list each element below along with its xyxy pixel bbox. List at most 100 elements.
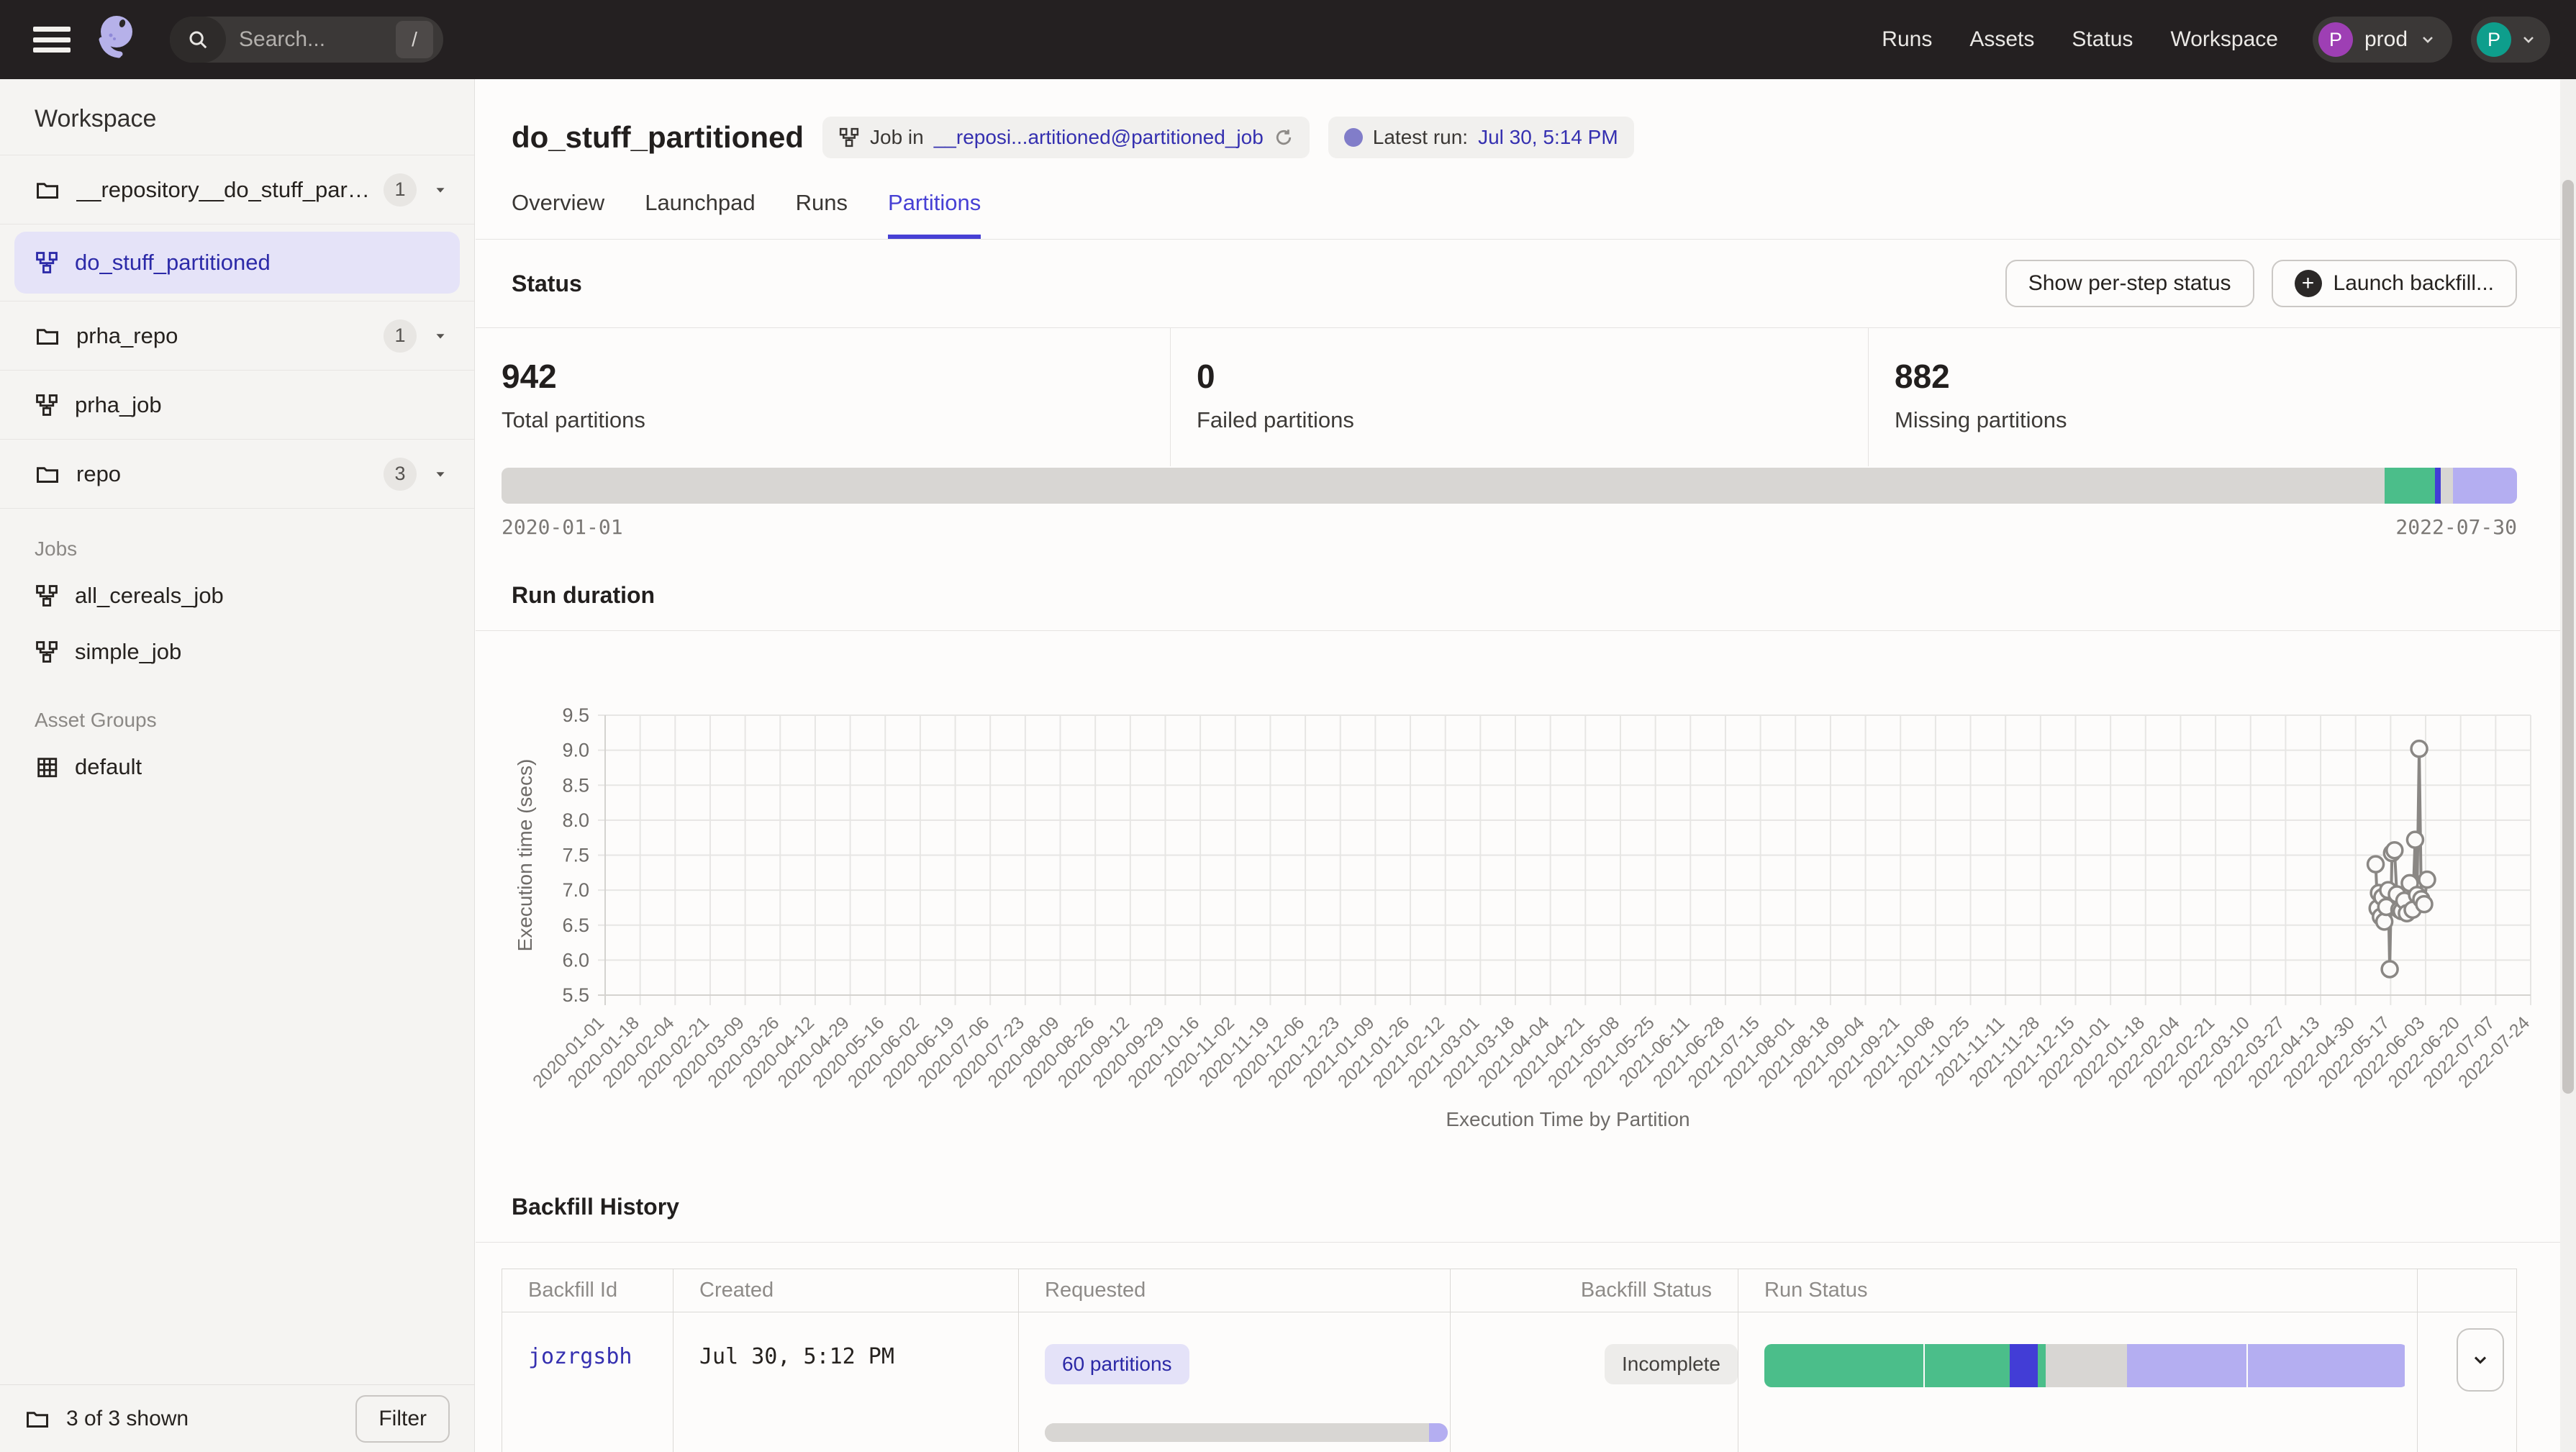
backfill-id-link[interactable]: jozrgsbh [528, 1344, 632, 1369]
chevron-down-icon [2520, 31, 2537, 48]
scrollbar-thumb[interactable] [2562, 180, 2574, 1094]
col-requested: Requested [1019, 1269, 1451, 1312]
job-tag-link[interactable]: __reposi...artitioned@partitioned_job [934, 126, 1264, 149]
show-per-step-status-button[interactable]: Show per-step status [2005, 260, 2254, 307]
sidebar-item-label: default [75, 754, 142, 780]
latest-run-prefix: Latest run: [1373, 126, 1468, 149]
backfill-history-table: Backfill Id Created Requested Backfill S… [502, 1269, 2517, 1452]
sidebar-footer: 3 of 3 shown Filter [0, 1384, 474, 1452]
svg-text:7.5: 7.5 [562, 845, 589, 866]
nav-assets[interactable]: Assets [1969, 27, 2034, 52]
nav-runs[interactable]: Runs [1882, 27, 1932, 52]
user-avatar: P [2477, 22, 2511, 57]
col-actions [2418, 1269, 2516, 1312]
sidebar-item-repository[interactable]: __repository__do_stuff_partitio... 1 [0, 155, 474, 224]
svg-text:7.0: 7.0 [562, 879, 589, 901]
stat-value: 882 [1895, 357, 2560, 396]
count-badge: 1 [384, 173, 417, 207]
latest-run-link[interactable]: Jul 30, 5:14 PM [1478, 126, 1618, 149]
sidebar-asset-group-default[interactable]: default [0, 739, 474, 795]
created-value: Jul 30, 5:12 PM [699, 1344, 894, 1369]
requested-partitions-tag[interactable]: 60 partitions [1045, 1344, 1189, 1384]
job-tabs: Overview Launchpad Runs Partitions [476, 158, 2560, 240]
job-icon [838, 127, 860, 148]
folder-icon [35, 323, 60, 349]
svg-text:9.5: 9.5 [562, 704, 589, 726]
stat-label: Failed partitions [1197, 407, 1868, 433]
partition-stats: 942 Total partitions 0 Failed partitions… [476, 328, 2560, 466]
col-backfill-id: Backfill Id [502, 1269, 674, 1312]
sidebar-item-label: all_cereals_job [75, 583, 224, 609]
partition-range-end: 2022-07-30 [2395, 515, 2517, 539]
backfill-history-heading: Backfill History [512, 1194, 679, 1220]
user-menu[interactable]: P [2471, 17, 2550, 63]
run-status-bar[interactable] [1764, 1344, 2408, 1387]
asset-groups-section-label: Asset Groups [0, 680, 474, 739]
svg-text:5.5: 5.5 [562, 984, 589, 1006]
chevron-down-icon [2419, 31, 2436, 48]
plus-icon: + [2295, 270, 2322, 297]
row-expand-button[interactable] [2457, 1328, 2504, 1392]
backfill-status-badge: Incomplete [1605, 1344, 1738, 1384]
sidebar-job-all-cereals[interactable]: all_cereals_job [0, 568, 474, 624]
caret-down-icon[interactable] [432, 328, 448, 344]
caret-down-icon[interactable] [432, 466, 448, 482]
tab-runs[interactable]: Runs [796, 190, 848, 239]
sidebar-item-label: prha_repo [76, 323, 373, 349]
partition-status-bar[interactable] [502, 468, 2517, 504]
search-shortcut-badge: / [396, 21, 433, 58]
global-search[interactable]: / [170, 17, 443, 63]
tab-overview[interactable]: Overview [512, 190, 604, 239]
sidebar-item-prha-repo[interactable]: prha_repo 1 [0, 301, 474, 371]
hamburger-menu-icon[interactable] [27, 22, 76, 57]
sidebar-item-do-stuff-partitioned[interactable]: do_stuff_partitioned [14, 232, 460, 294]
sidebar-item-label: do_stuff_partitioned [75, 250, 271, 276]
deployment-name: prod [2364, 27, 2408, 52]
asset-group-icon [35, 755, 59, 779]
svg-text:8.5: 8.5 [562, 774, 589, 796]
nav-status[interactable]: Status [2072, 27, 2133, 52]
tab-partitions[interactable]: Partitions [888, 190, 981, 239]
svg-text:Execution time (secs): Execution time (secs) [514, 759, 536, 952]
count-badge: 3 [384, 458, 417, 491]
latest-run-tag: Latest run: Jul 30, 5:14 PM [1328, 117, 1634, 158]
page-title: do_stuff_partitioned [512, 120, 804, 155]
folder-icon [24, 1406, 50, 1432]
tab-launchpad[interactable]: Launchpad [645, 190, 755, 239]
folder-icon [35, 177, 60, 203]
stat-value: 942 [502, 357, 1170, 396]
jobs-section-label: Jobs [0, 509, 474, 568]
stat-total-partitions: 942 Total partitions [476, 328, 1170, 466]
sidebar-job-simple-job[interactable]: simple_job [0, 624, 474, 680]
table-header-row: Backfill Id Created Requested Backfill S… [502, 1269, 2516, 1312]
sidebar-item-label: repo [76, 461, 373, 487]
svg-text:Execution Time by Partition: Execution Time by Partition [1446, 1108, 1690, 1130]
deployment-switcher[interactable]: P prod [2313, 17, 2452, 63]
count-badge: 1 [384, 319, 417, 353]
reload-icon[interactable] [1274, 127, 1294, 148]
top-navigation-bar: / Runs Assets Status Workspace P prod P [0, 0, 2576, 79]
filter-button[interactable]: Filter [355, 1395, 450, 1443]
col-run-status: Run Status [1738, 1269, 2418, 1312]
job-icon [35, 250, 59, 275]
stat-missing-partitions: 882 Missing partitions [1868, 328, 2560, 466]
sidebar-item-repo[interactable]: repo 3 [0, 440, 474, 509]
svg-text:6.5: 6.5 [562, 915, 589, 936]
vertical-scrollbar[interactable] [2560, 79, 2576, 1452]
run-duration-chart[interactable]: 2020-01-012020-01-182020-02-042020-02-21… [476, 694, 2560, 1169]
nav-workspace[interactable]: Workspace [2170, 27, 2278, 52]
partition-range-start: 2020-01-01 [502, 515, 623, 539]
svg-text:6.0: 6.0 [562, 949, 589, 971]
dagster-logo[interactable] [95, 14, 140, 66]
stat-failed-partitions: 0 Failed partitions [1170, 328, 1868, 466]
sidebar-item-label: __repository__do_stuff_partitio... [76, 177, 373, 203]
stat-label: Total partitions [502, 407, 1170, 433]
launch-backfill-button[interactable]: + Launch backfill... [2272, 260, 2517, 307]
col-created: Created [674, 1269, 1019, 1312]
run-duration-heading: Run duration [512, 582, 655, 608]
caret-down-icon[interactable] [432, 182, 448, 198]
top-nav-links: Runs Assets Status Workspace [1882, 27, 2278, 52]
chevron-down-icon [2470, 1350, 2490, 1370]
sidebar-item-prha-job[interactable]: prha_job [0, 371, 474, 440]
search-input[interactable] [239, 27, 361, 52]
